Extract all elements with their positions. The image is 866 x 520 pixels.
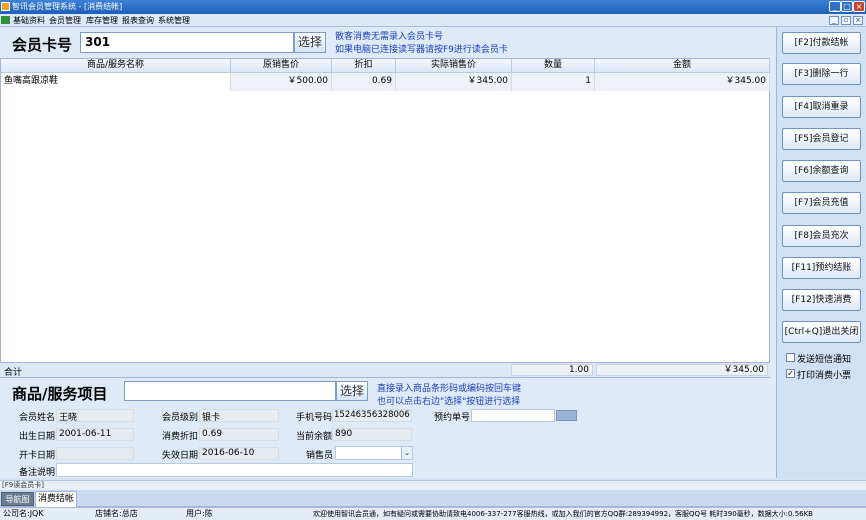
delete-row-button[interactable]: [F3]删除一行 xyxy=(782,63,861,85)
balance-query-button[interactable]: [F6]余额查询 xyxy=(782,160,861,182)
member-recharge-button[interactable]: [F7]会员充值 xyxy=(782,192,861,214)
menu-bar: 基础资料 会员管理 库存管理 报表查询 系统管理 _ ▫ × xyxy=(0,14,866,27)
card-hint-line2: 如果电脑已连接读写器请按F9进行读会员卡 xyxy=(335,45,508,55)
tab-consume-checkout[interactable]: 消费结帐 xyxy=(35,491,77,507)
product-label: 商品/服务项目 xyxy=(12,385,108,403)
status-message: 欢迎使用智讯会员通，如有疑问或需要协助请致电4006-337-277客服热线，或… xyxy=(313,510,813,518)
status-bar: 公司名:JQK 店铺名:总店 用户:陈 欢迎使用智讯会员通，如有疑问或需要协助请… xyxy=(0,507,866,520)
expire-date-value: 2016-06-10 xyxy=(202,448,255,458)
table-row-cell-amount[interactable]: ￥345.00 xyxy=(595,73,770,91)
remark-input[interactable] xyxy=(56,463,413,477)
member-phone-label: 手机号码 xyxy=(296,413,333,423)
title-bar: 智讯会员管理系统 - [消费结帐] _ □ × xyxy=(0,0,866,14)
member-name-value: 王晓 xyxy=(59,413,78,423)
close-button[interactable]: × xyxy=(853,1,865,12)
menu-reports[interactable]: 报表查询 xyxy=(122,15,154,26)
tab-navigation[interactable]: 导航图 xyxy=(1,492,34,506)
col-header-actual-price[interactable]: 实际销售价 xyxy=(396,59,512,73)
member-recharge-times-button[interactable]: [F8]会员充次 xyxy=(782,225,861,247)
discount-label: 消费折扣 xyxy=(162,432,199,442)
seller-label: 销售员 xyxy=(306,451,334,461)
birth-date-label: 出生日期 xyxy=(19,432,56,442)
print-receipt-checkbox[interactable]: ✓ xyxy=(786,369,795,378)
status-store: 店铺名:总店 xyxy=(95,509,138,518)
status-company: 公司名:JQK xyxy=(3,509,44,518)
col-header-amount[interactable]: 金额 xyxy=(595,59,770,73)
birth-date-value: 2001-06-11 xyxy=(59,429,112,439)
col-header-discount[interactable]: 折扣 xyxy=(332,59,396,73)
seller-dropdown-chevron-down-icon[interactable]: ⌄ xyxy=(401,447,412,459)
col-header-original-price[interactable]: 原销售价 xyxy=(231,59,332,73)
balance-value: 890 xyxy=(335,429,353,439)
menu-inventory[interactable]: 库存管理 xyxy=(86,15,118,26)
menu-basic-data[interactable]: 基础资料 xyxy=(13,15,45,26)
card-number-label: 会员卡号 xyxy=(12,36,73,54)
total-label: 合计 xyxy=(4,368,23,378)
member-level-value: 银卡 xyxy=(202,413,221,423)
cancel-reenter-button[interactable]: [F4]取消重录 xyxy=(782,96,861,118)
balance-label: 当前余额 xyxy=(296,432,333,442)
table-row-cell-name[interactable]: 鱼嘴高跟凉鞋 xyxy=(1,73,231,91)
maximize-button[interactable]: □ xyxy=(841,1,853,12)
product-hint-line2: 也可以点击右边"选择"按钮进行选择 xyxy=(377,397,521,407)
quick-consume-button[interactable]: [F12]快速消费 xyxy=(782,289,861,311)
total-bar: 合计 1.00 ￥345.00 xyxy=(0,362,770,378)
product-select-button[interactable]: 选择 xyxy=(336,381,368,401)
remark-label: 备注说明 xyxy=(19,468,56,478)
tab-bar: 导航图 消费结帐 xyxy=(0,490,866,507)
items-table[interactable]: 商品/服务名称 原销售价 折扣 实际销售价 数量 金额 鱼嘴高跟凉鞋 ￥500.… xyxy=(0,58,770,378)
open-date-field xyxy=(56,447,134,460)
booking-checkout-button[interactable]: [F11]预约结账 xyxy=(782,257,861,279)
exit-close-button[interactable]: [Ctrl+Q]退出关闭 xyxy=(782,321,861,343)
table-row-cell-actual-price[interactable]: ￥345.00 xyxy=(396,73,512,91)
product-input[interactable] xyxy=(124,381,336,401)
mdi-minimize-button[interactable]: _ xyxy=(829,16,839,25)
booking-number-input[interactable] xyxy=(471,409,555,422)
status-user: 用户:陈 xyxy=(186,509,213,518)
app-icon xyxy=(1,2,10,11)
card-select-button[interactable]: 选择 xyxy=(294,32,326,53)
f9-read-card-bar[interactable]: [F9读会员卡] xyxy=(0,480,866,490)
action-panel xyxy=(776,27,866,478)
menu-member-management[interactable]: 会员管理 xyxy=(49,15,81,26)
booking-search-button[interactable] xyxy=(556,410,577,421)
member-name-label: 会员姓名 xyxy=(19,413,56,423)
pay-checkout-button[interactable]: [F2]付款结帐 xyxy=(782,32,861,54)
menu-system[interactable]: 系统管理 xyxy=(158,15,190,26)
expire-date-label: 失效日期 xyxy=(162,451,199,461)
menu-app-icon xyxy=(1,16,10,24)
sms-notify-checkbox[interactable] xyxy=(786,353,795,362)
discount-value: 0.69 xyxy=(202,429,223,439)
minimize-button[interactable]: _ xyxy=(829,1,841,12)
sms-notify-label: 发送短信通知 xyxy=(797,355,852,365)
print-receipt-label: 打印消费小票 xyxy=(797,371,852,381)
product-hint-line1: 直接录入商品条形码或编码按回车键 xyxy=(377,384,522,394)
mdi-close-button[interactable]: × xyxy=(853,16,863,25)
open-date-label: 开卡日期 xyxy=(19,451,56,461)
booking-number-label: 预约单号 xyxy=(434,413,471,423)
card-hint-line1: 散客消费无需录入会员卡号 xyxy=(335,32,444,42)
table-row-cell-discount[interactable]: 0.69 xyxy=(332,73,396,91)
col-header-quantity[interactable]: 数量 xyxy=(512,59,595,73)
total-quantity: 1.00 xyxy=(511,364,593,376)
window-title: 智讯会员管理系统 - [消费结帐] xyxy=(12,2,123,11)
member-phone-value: 15246356328006 xyxy=(334,410,410,420)
total-amount: ￥345.00 xyxy=(596,364,768,376)
member-level-label: 会员级别 xyxy=(162,413,199,423)
member-register-button[interactable]: [F5]会员登记 xyxy=(782,128,861,150)
col-header-name[interactable]: 商品/服务名称 xyxy=(1,59,231,73)
table-row-cell-quantity[interactable]: 1 xyxy=(512,73,595,91)
mdi-restore-button[interactable]: ▫ xyxy=(841,16,851,25)
table-row-cell-original-price[interactable]: ￥500.00 xyxy=(231,73,332,91)
card-number-input[interactable]: 301 xyxy=(80,32,294,53)
